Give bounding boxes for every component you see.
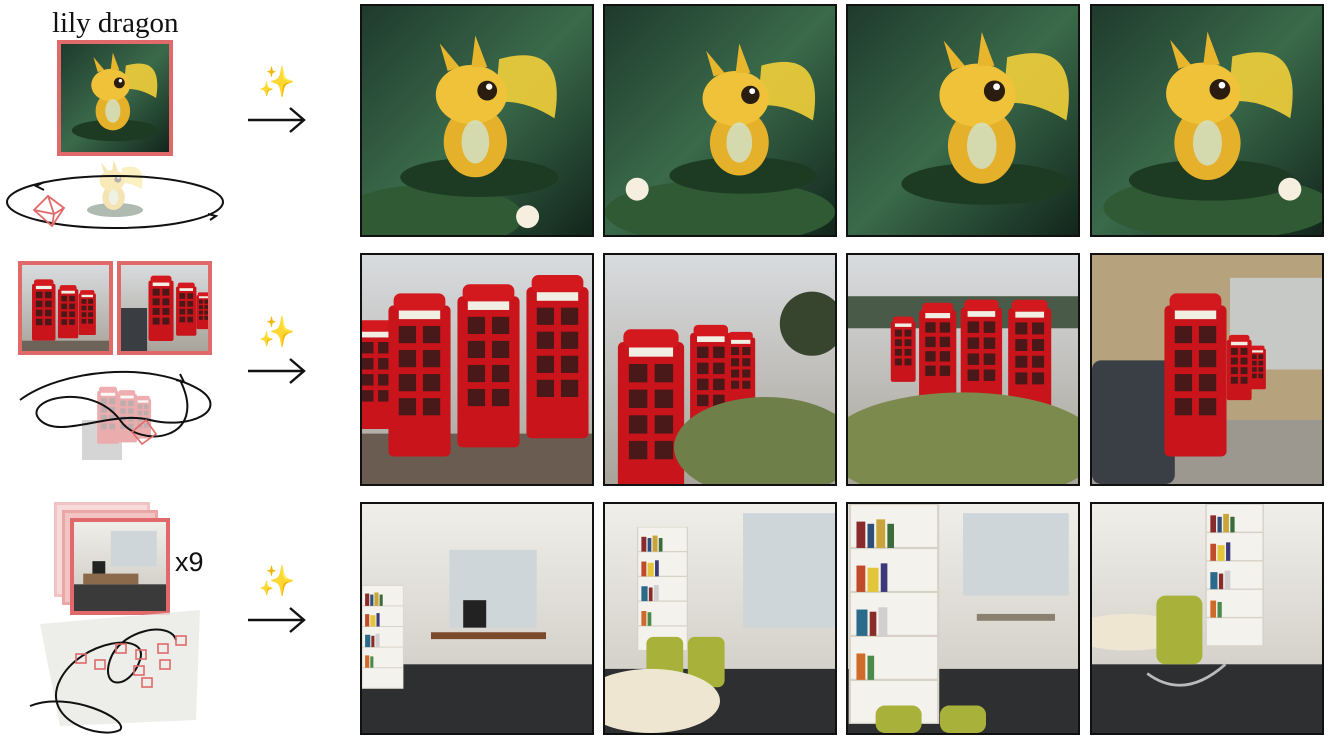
output-view — [846, 502, 1080, 735]
right-arrow-icon — [248, 107, 306, 133]
sparkles-icon: ✨ — [258, 565, 296, 598]
right-arrow-icon — [248, 607, 306, 633]
output-view — [1090, 253, 1324, 486]
image-count-label: x9 — [175, 547, 204, 577]
output-view — [1090, 4, 1324, 237]
input-image — [57, 40, 173, 156]
output-view — [1090, 502, 1324, 735]
camera-trajectory-diagram — [6, 159, 224, 229]
output-view — [846, 4, 1080, 237]
sparkles-icon: ✨ — [258, 316, 296, 349]
output-view — [360, 502, 594, 735]
input-image — [117, 261, 212, 355]
output-view — [360, 253, 594, 486]
camera-trajectory-diagram — [19, 370, 212, 460]
output-view — [846, 253, 1080, 486]
camera-trajectory-diagram — [29, 610, 200, 734]
output-view — [603, 253, 837, 486]
output-view — [603, 4, 837, 237]
input-image — [18, 261, 113, 355]
sparkles-icon: ✨ — [258, 66, 296, 99]
output-view — [603, 502, 837, 735]
output-view — [360, 4, 594, 237]
row-caption: lily dragon — [52, 7, 179, 39]
right-arrow-icon — [248, 358, 306, 384]
